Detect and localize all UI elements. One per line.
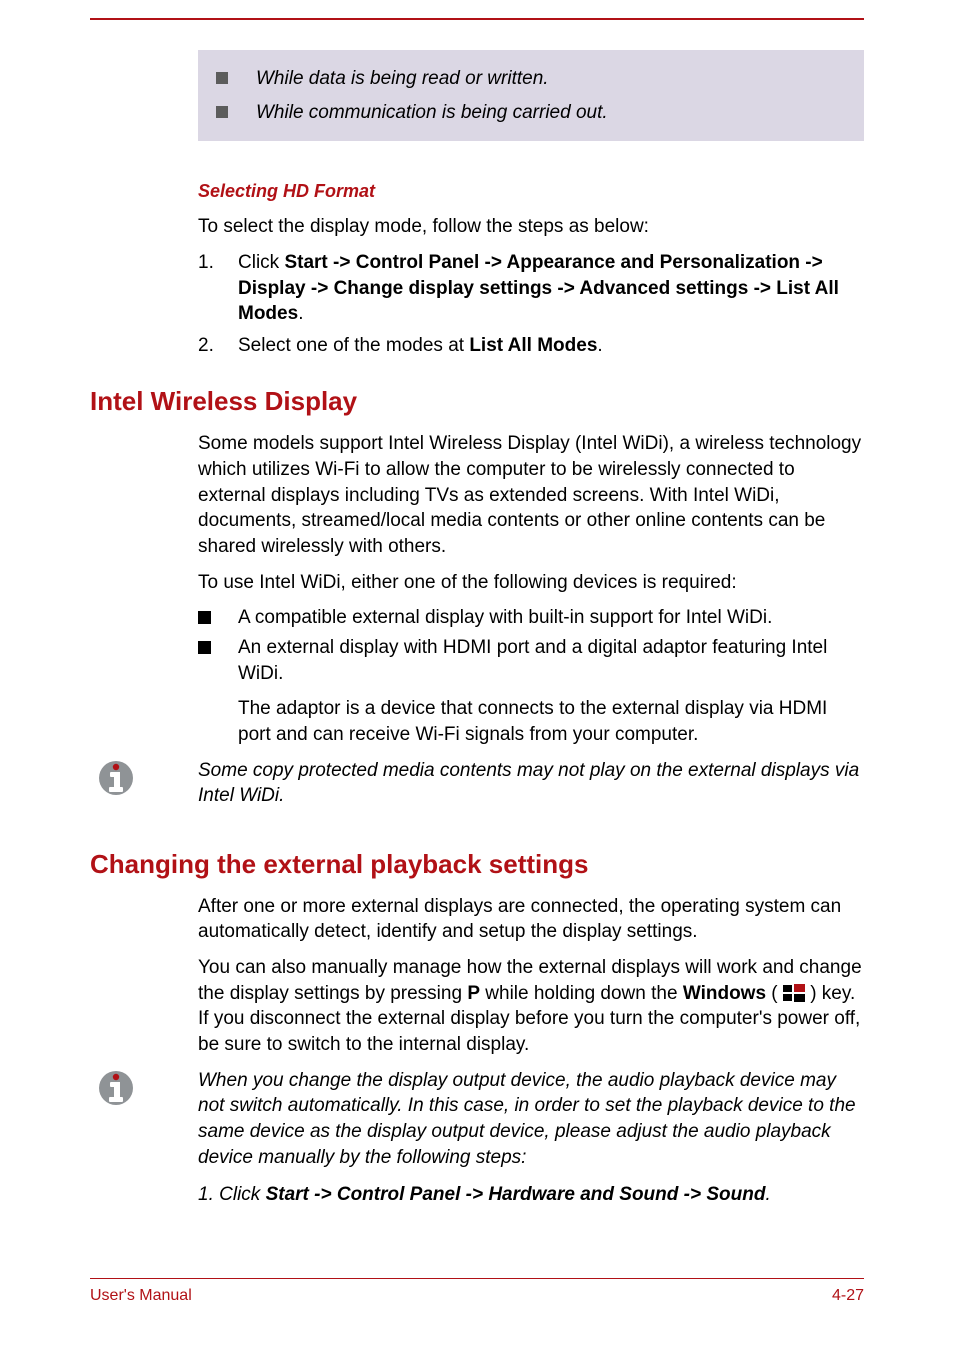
paragraph: Some models support Intel Wireless Displ… (198, 431, 864, 559)
text: . (597, 335, 602, 356)
paragraph: After one or more external displays are … (198, 894, 864, 945)
text: 1. Click (198, 1184, 266, 1205)
footer-left: User's Manual (90, 1287, 192, 1305)
footer-page-number: 4-27 (832, 1287, 864, 1305)
footer-row: User's Manual 4-27 (90, 1287, 864, 1305)
bold-text: Start -> Control Panel -> Appearance and… (238, 252, 839, 324)
page: While data is being read or written. Whi… (0, 0, 954, 1345)
text: while holding down the (480, 983, 683, 1004)
paragraph: You can also manually manage how the ext… (198, 955, 864, 1058)
square-bullet-icon (216, 106, 228, 118)
paragraph-block: After one or more external displays are … (198, 894, 864, 1058)
callout-item: While data is being read or written. (216, 66, 846, 92)
paragraph: To use Intel WiDi, either one of the fol… (198, 570, 864, 596)
list-item: 2. Select one of the modes at List All M… (198, 333, 864, 359)
callout-text: While communication is being carried out… (256, 100, 608, 126)
windows-key-icon (783, 983, 805, 1004)
list-text: Select one of the modes at List All Mode… (238, 333, 864, 359)
text: Select one of the modes at (238, 335, 469, 356)
list-continuation: The adaptor is a device that connects to… (238, 696, 864, 747)
note-step: 1. Click Start -> Control Panel -> Hardw… (198, 1182, 864, 1208)
text: ( (766, 983, 783, 1004)
heading-intel-wireless-display: Intel Wireless Display (90, 386, 864, 417)
note-text: Some copy protected media contents may n… (198, 758, 864, 809)
callout-box: While data is being read or written. Whi… (198, 50, 864, 141)
bold-text: Windows (683, 983, 766, 1004)
list-item: A compatible external display with built… (198, 605, 864, 631)
note-block: Some copy protected media contents may n… (90, 758, 864, 809)
text: Click (238, 252, 284, 273)
text: To select the display mode, follow the s… (198, 214, 864, 240)
bold-text: List All Modes (469, 335, 597, 356)
list-item: An external display with HDMI port and a… (198, 635, 864, 748)
bold-text: Start -> Control Panel -> Hardware and S… (266, 1184, 766, 1205)
paragraph-block: Some models support Intel Wireless Displ… (198, 431, 864, 595)
heading-selecting-hd-format: Selecting HD Format (198, 181, 864, 202)
text: . (765, 1184, 770, 1205)
bold-text: P (467, 983, 480, 1004)
heading-changing-playback: Changing the external playback settings (90, 849, 864, 880)
footer-rule (90, 1278, 864, 1280)
text: . (298, 303, 303, 324)
unordered-list: A compatible external display with built… (198, 605, 864, 747)
info-icon (98, 758, 134, 803)
note-paragraph: When you change the display output devic… (198, 1068, 864, 1171)
list-text: An external display with HDMI port and a… (238, 635, 864, 748)
text: An external display with HDMI port and a… (238, 637, 827, 684)
callout-text: While data is being read or written. (256, 66, 549, 92)
ordered-list: 1. Click Start -> Control Panel -> Appea… (198, 250, 864, 359)
paragraph: To select the display mode, follow the s… (198, 214, 864, 240)
list-text: Click Start -> Control Panel -> Appearan… (238, 250, 864, 327)
callout-item: While communication is being carried out… (216, 100, 846, 126)
list-number: 2. (198, 333, 238, 359)
square-bullet-icon (198, 641, 211, 654)
list-item: 1. Click Start -> Control Panel -> Appea… (198, 250, 864, 327)
header-rule (90, 18, 864, 20)
page-footer: User's Manual 4-27 (90, 1278, 864, 1306)
note-text-block: When you change the display output devic… (198, 1068, 864, 1208)
square-bullet-icon (198, 611, 211, 624)
square-bullet-icon (216, 72, 228, 84)
list-number: 1. (198, 250, 238, 327)
list-text: A compatible external display with built… (238, 605, 864, 631)
info-icon (98, 1068, 134, 1113)
note-block: When you change the display output devic… (90, 1068, 864, 1208)
